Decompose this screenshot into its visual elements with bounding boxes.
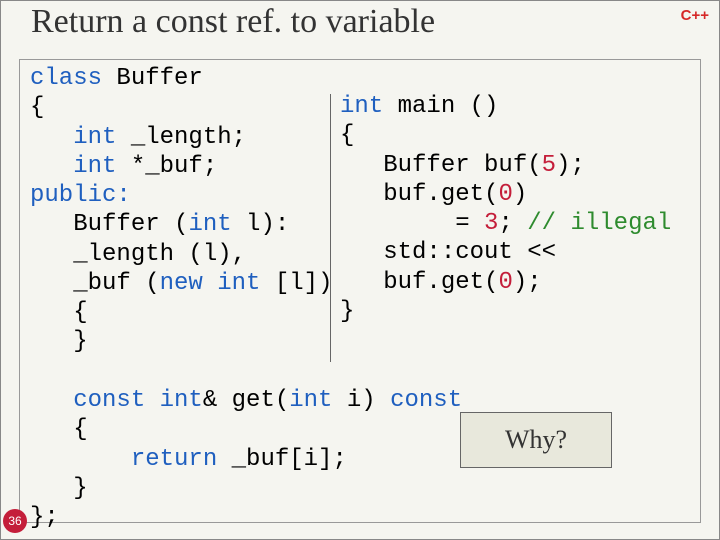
code-text: i) (332, 387, 390, 414)
code-bottom-section: const int& get(int i) const { return _bu… (30, 386, 462, 532)
code-text: }; (30, 504, 59, 531)
code-text: = (340, 210, 484, 237)
code-text: std::cout << (340, 239, 556, 266)
kw-return: return (30, 446, 217, 473)
code-text: { (30, 299, 88, 326)
num-literal: 0 (498, 181, 512, 208)
callout-why: Why? (460, 412, 612, 468)
code-text: l): (232, 211, 290, 238)
kw-int: int (188, 211, 231, 238)
code-text: { (30, 94, 44, 121)
kw-public: public: (30, 182, 131, 209)
code-text: Buffer buf( (340, 152, 542, 179)
code-text: _buf[i]; (217, 446, 347, 473)
code-text: { (340, 122, 354, 149)
code-text: [l]) (260, 270, 332, 297)
code-right-column: int main () { Buffer buf(5); buf.get(0) … (340, 92, 671, 326)
code-text: ); (513, 269, 542, 296)
code-text: _length (l), (30, 241, 246, 268)
code-text: _length; (116, 124, 246, 151)
kw-const-int: const int (30, 387, 203, 414)
code-text: _buf ( (30, 270, 160, 297)
code-text: } (30, 475, 88, 502)
page-number-badge: 36 (3, 509, 27, 533)
code-text: Buffer ( (30, 211, 188, 238)
code-text: ) (513, 181, 527, 208)
code-text: } (30, 328, 88, 355)
language-label: C++ (681, 7, 709, 24)
code-text: main () (383, 93, 498, 120)
code-text: { (30, 416, 88, 443)
num-literal: 5 (542, 152, 556, 179)
code-text: buf.get( (340, 269, 498, 296)
kw-new-int: new int (160, 270, 261, 297)
num-literal: 3 (484, 210, 498, 237)
code-text: & get( (203, 387, 289, 414)
code-block: class Buffer { int _length; int *_buf; p… (19, 59, 701, 523)
code-text: ; (498, 210, 527, 237)
num-literal: 0 (498, 269, 512, 296)
slide-title: Return a const ref. to variable (31, 3, 435, 41)
slide: C++ Return a const ref. to variable clas… (0, 0, 720, 540)
kw-const: const (390, 387, 462, 414)
kw-int: int (30, 153, 116, 180)
code-left-column: class Buffer { int _length; int *_buf; p… (30, 64, 332, 357)
code-text: ); (556, 152, 585, 179)
code-text: *_buf; (116, 153, 217, 180)
kw-int: int (289, 387, 332, 414)
code-text: Buffer (102, 65, 203, 92)
kw-int: int (340, 93, 383, 120)
code-text: buf.get( (340, 181, 498, 208)
comment: // illegal (527, 210, 671, 237)
kw-class: class (30, 65, 102, 92)
kw-int: int (30, 124, 116, 151)
code-text: } (340, 298, 354, 325)
